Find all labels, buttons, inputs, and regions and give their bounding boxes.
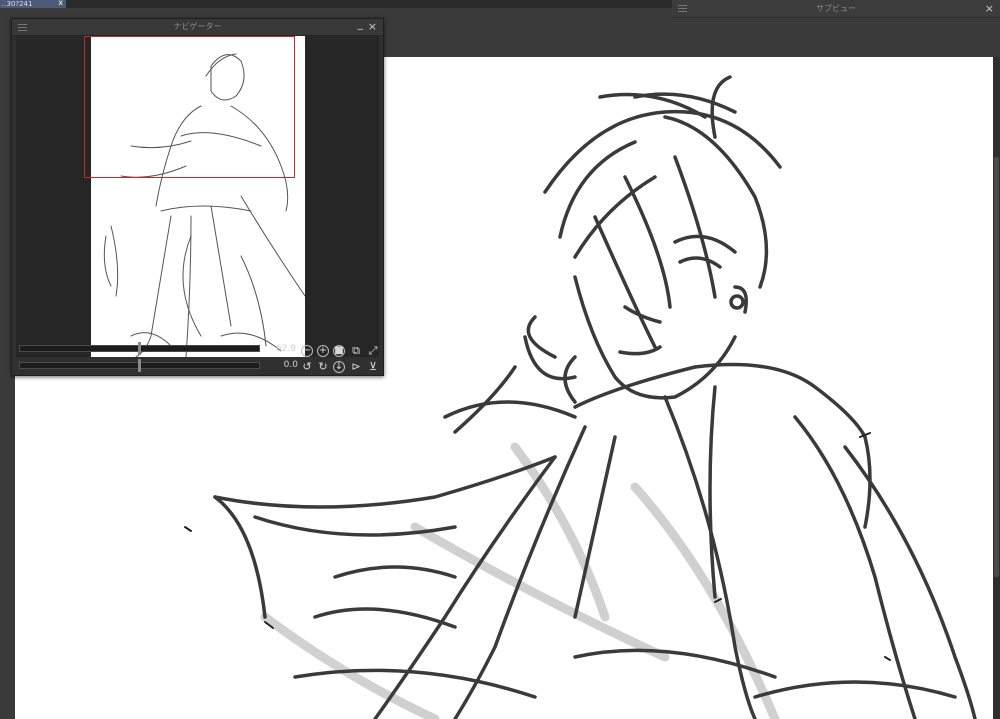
actual-size-icon[interactable]: ⧉ — [350, 345, 362, 357]
zoom-slider[interactable] — [19, 342, 260, 355]
fit-page-icon[interactable]: ■ — [333, 345, 345, 357]
panel-grip-icon[interactable] — [678, 5, 687, 12]
document-tab-title: ..30?241 — [2, 0, 33, 8]
reset-rotation-icon[interactable]: ↓ — [333, 361, 345, 373]
document-tab-close-icon[interactable]: x — [58, 0, 63, 7]
zoom-value: 62.9 — [275, 344, 296, 354]
canvas-vertical-scrollbar[interactable] — [993, 57, 1000, 719]
document-tab[interactable]: ..30?241 x — [0, 0, 66, 8]
navigator-close-icon[interactable]: × — [368, 19, 377, 35]
rotation-slider[interactable] — [19, 359, 260, 372]
minimize-icon[interactable]: _ — [358, 16, 364, 32]
subview-close-icon[interactable]: × — [985, 0, 994, 17]
panel-grip-icon[interactable] — [18, 24, 27, 31]
subview-title: サブビュー — [816, 4, 856, 13]
rotation-value: 0.0 — [283, 360, 298, 370]
flip-horizontal-icon[interactable]: ⊳ — [350, 361, 362, 373]
subview-panel: サブビュー × — [672, 0, 1000, 18]
zoom-in-icon[interactable]: + — [317, 345, 329, 357]
scrollbar-thumb[interactable] — [994, 157, 999, 577]
zoom-slider-handle[interactable] — [138, 342, 141, 355]
navigator-titlebar[interactable]: ナビゲーター _ × — [12, 16, 383, 36]
navigator-title: ナビゲーター — [173, 22, 222, 31]
rotate-right-icon[interactable]: ↻ — [317, 361, 329, 373]
navigator-preview[interactable] — [16, 36, 379, 357]
fit-window-icon[interactable]: ⤢ — [367, 345, 379, 357]
navigator-panel: ナビゲーター _ × 62.9 − + ■ ⧉ ⤢ 0.0 ↺ ↻ ↓ ⊳ ⊻ — [11, 16, 384, 376]
navigator-viewport-frame[interactable] — [84, 36, 295, 178]
rotate-left-icon[interactable]: ↺ — [301, 361, 313, 373]
subview-titlebar[interactable]: サブビュー × — [672, 0, 1000, 17]
flip-vertical-icon[interactable]: ⊻ — [367, 361, 379, 373]
zoom-out-icon[interactable]: − — [301, 345, 313, 357]
rotation-slider-handle[interactable] — [138, 359, 141, 372]
